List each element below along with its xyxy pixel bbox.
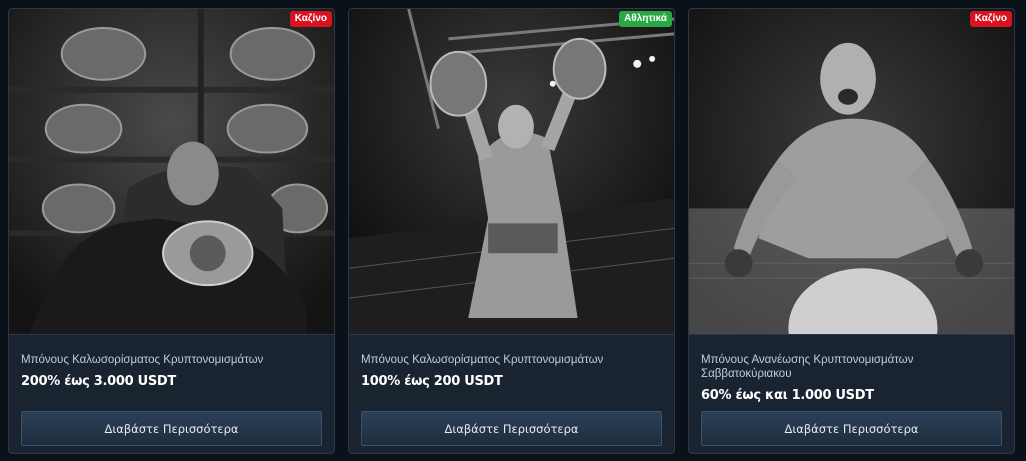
- fighter-raising-belts-image: [349, 9, 674, 334]
- promo-card-body: Μπόνους Καλωσορίσματος Κρυπτονομισμάτων …: [349, 335, 674, 453]
- offer-title: Μπόνους Καλωσορίσματος Κρυπτονομισμάτων: [21, 354, 264, 366]
- category-badge: Καζίνο: [289, 11, 332, 27]
- read-more-button[interactable]: Διαβάστε Περισσότερα: [701, 411, 1002, 446]
- promo-card-casino-weekend-reload[interactable]: Καζίνο Μπόνους Ανανέωσης Κρυπτονομισμάτω…: [688, 8, 1015, 454]
- promo-image-fighter-throne[interactable]: Καζίνο: [9, 9, 334, 335]
- promo-card-sports-welcome[interactable]: Αθλητικά Μπόνους Καλωσορίσματος Κρυπτονο…: [348, 8, 675, 454]
- offer-title: Μπόνους Καλωσορίσματος Κρυπτονομισμάτων: [361, 354, 604, 366]
- category-badge: Καζίνο: [969, 11, 1012, 27]
- promo-image-fighter-roaring[interactable]: Καζίνο: [689, 9, 1014, 335]
- offer-title: Μπόνους Ανανέωσης Κρυπτονομισμάτων Σαββα…: [701, 354, 914, 380]
- promotions-grid: Καζίνο Μπόνους Καλωσορίσματος Κρυπτονομι…: [8, 8, 1015, 454]
- promo-card-body: Μπόνους Ανανέωσης Κρυπτονομισμάτων Σαββα…: [689, 335, 1014, 453]
- offer-value: 60% έως και 1.000 USDT: [701, 388, 874, 403]
- offer-value: 200% έως 3.000 USDT: [21, 374, 176, 389]
- category-badge: Αθλητικά: [619, 11, 672, 27]
- promo-card-casino-welcome[interactable]: Καζίνο Μπόνους Καλωσορίσματος Κρυπτονομι…: [8, 8, 335, 454]
- read-more-button[interactable]: Διαβάστε Περισσότερα: [361, 411, 662, 446]
- promo-card-body: Μπόνους Καλωσορίσματος Κρυπτονομισμάτων …: [9, 335, 334, 453]
- read-more-button[interactable]: Διαβάστε Περισσότερα: [21, 411, 322, 446]
- offer-value: 100% έως 200 USDT: [361, 374, 503, 389]
- fighter-roaring-image: [689, 9, 1014, 334]
- fighter-seated-with-belts-image: [9, 9, 334, 334]
- promo-image-fighter-on-cage[interactable]: Αθλητικά: [349, 9, 674, 335]
